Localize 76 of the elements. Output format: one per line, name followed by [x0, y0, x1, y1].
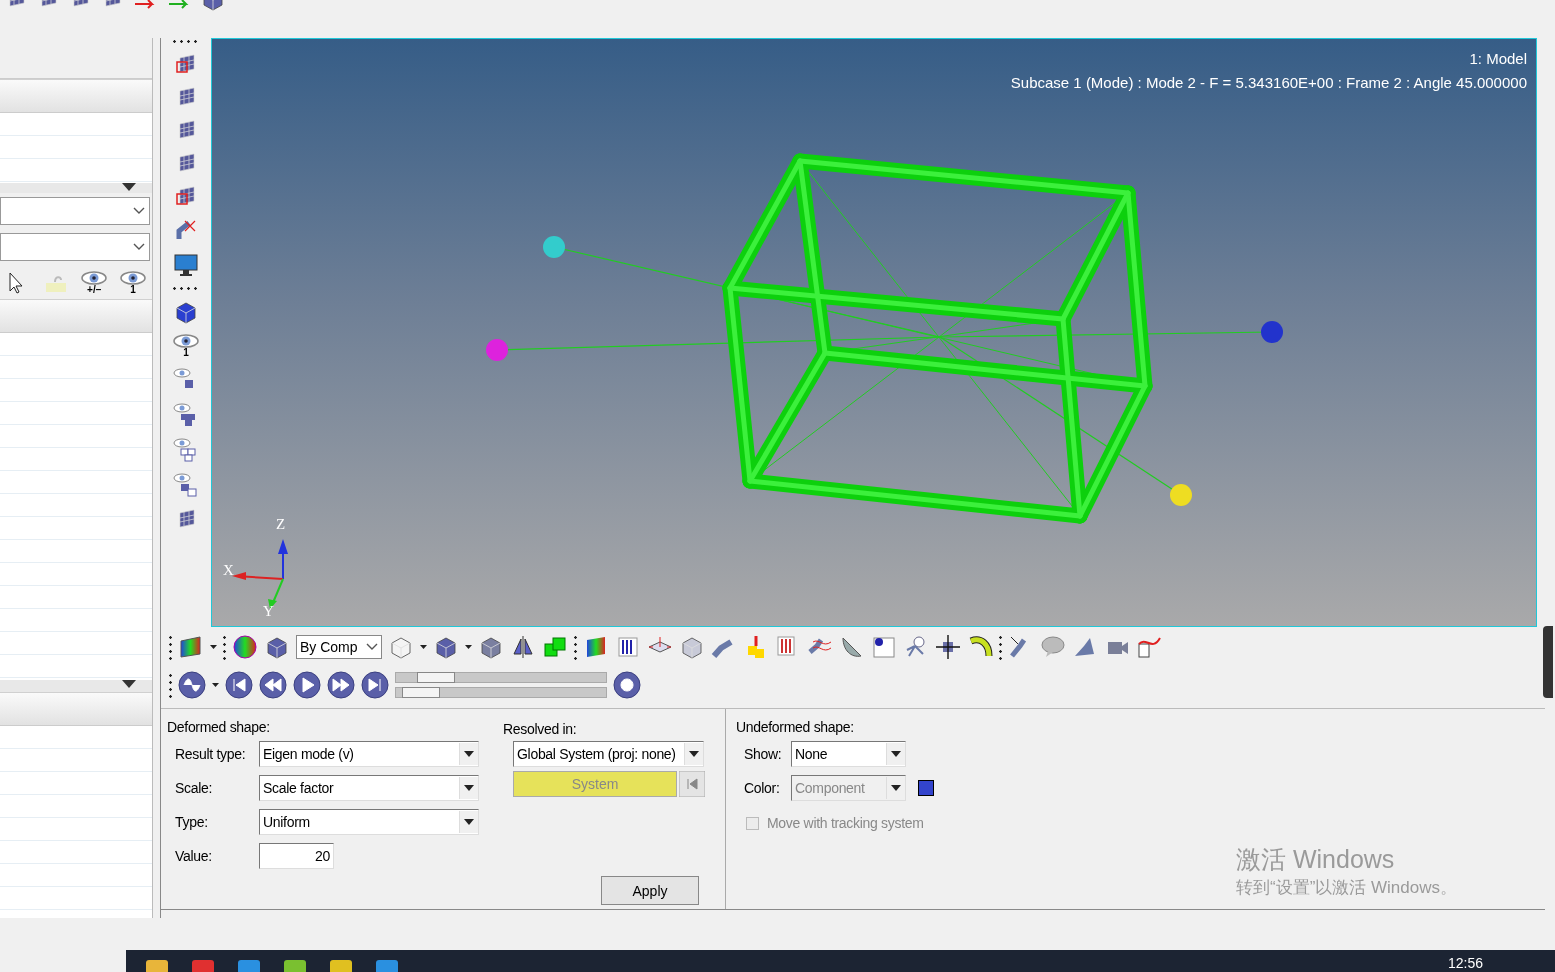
- show-dropdown[interactable]: None: [791, 741, 906, 767]
- system-dropdown[interactable]: Global System (proj: none): [513, 741, 704, 767]
- value-field[interactable]: 20: [259, 843, 334, 869]
- eye-icon[interactable]: [173, 334, 199, 348]
- axis-label: Y: [263, 603, 274, 619]
- mesh-icon[interactable]: [174, 184, 198, 208]
- rewind-icon[interactable]: [259, 671, 287, 699]
- dropdown-arrow-icon[interactable]: [465, 645, 472, 649]
- eye-caption: +/−: [87, 285, 102, 295]
- fast-forward-icon[interactable]: [327, 671, 355, 699]
- apply-button[interactable]: Apply: [601, 876, 699, 905]
- color-wheel-icon[interactable]: [232, 634, 258, 660]
- contour-icon[interactable]: [178, 634, 204, 660]
- activation-text: 转到“设置”以激活 Windows。: [1236, 877, 1457, 899]
- move-icon[interactable]: [935, 634, 961, 660]
- color-swatch[interactable]: [918, 780, 934, 796]
- eye-icon[interactable]: [81, 271, 108, 285]
- dropdown-arrow-icon[interactable]: [464, 819, 474, 825]
- section-heading: Undeformed shape:: [736, 719, 855, 735]
- eye-caption: 1: [130, 285, 136, 295]
- mesh-icon[interactable]: [174, 52, 198, 76]
- bar-legend-icon[interactable]: [615, 634, 641, 660]
- viewport-title: 1: Model: [1468, 49, 1527, 69]
- axis-label: X: [223, 562, 234, 578]
- field-label: Show:: [743, 746, 783, 762]
- skip-forward-icon[interactable]: [361, 671, 389, 699]
- skip-back-icon[interactable]: [225, 671, 253, 699]
- dropdown-field[interactable]: Uniform: [259, 809, 479, 835]
- field-label: Color:: [743, 780, 781, 796]
- clock-time: 12:56: [1447, 955, 1483, 971]
- eye-caption: 1: [183, 348, 189, 358]
- dropdown-field[interactable]: Eigen mode (v): [259, 741, 479, 767]
- dropdown-arrow-icon[interactable]: [210, 645, 217, 649]
- color-mode-dropdown[interactable]: By Comp: [296, 635, 382, 659]
- expand-arrow-icon[interactable]: [122, 680, 136, 688]
- axis-label: Z: [276, 516, 286, 532]
- field-label: Result type:: [174, 746, 247, 762]
- activation-title: 激活 Windows: [1236, 844, 1396, 875]
- section-heading: Deformed shape:: [167, 719, 271, 735]
- comment-icon[interactable]: [1040, 634, 1066, 660]
- settings-icon[interactable]: [613, 671, 641, 699]
- field-label: Scale:: [174, 780, 214, 796]
- field-label: Value:: [174, 848, 213, 864]
- reset-icon[interactable]: [679, 771, 705, 797]
- chevron-down-icon[interactable]: [133, 207, 145, 215]
- chevron-down-icon[interactable]: [133, 243, 145, 251]
- model-viewport[interactable]: X Y Z 1: Model Subcase 1 (Mode) : Mode 2 - F = 5.343160E+00 : Frame 2 : Angle 45.000000: [211, 38, 1537, 627]
- slider-thumb[interactable]: [416, 672, 455, 683]
- checkbox-label: Move with tracking system: [767, 815, 924, 831]
- monitor-icon[interactable]: [173, 252, 199, 278]
- eye-outline-icon[interactable]: [173, 437, 199, 463]
- section-heading: Resolved in:: [503, 721, 578, 737]
- frame-slider[interactable]: [395, 672, 607, 683]
- slider-thumb[interactable]: [402, 687, 441, 698]
- dropdown-field[interactable]: [0, 197, 150, 225]
- squares-icon[interactable]: [542, 634, 568, 660]
- dropdown-arrow-icon[interactable]: [891, 751, 901, 757]
- result-caption: Subcase 1 (Mode) : Mode 2 - F = 5.343160E+00 : Frame 2 : Angle 45.000000: [1010, 73, 1527, 93]
- mirror-icon[interactable]: [510, 634, 536, 660]
- dropdown-field[interactable]: [0, 233, 150, 261]
- eye-swap-icon[interactable]: [173, 472, 199, 498]
- dropdown-arrow-icon[interactable]: [464, 751, 474, 757]
- eye-icon[interactable]: [119, 271, 146, 285]
- field-label: Type:: [174, 814, 209, 830]
- dropdown-field[interactable]: Scale factor: [259, 775, 479, 801]
- frame-slider[interactable]: [395, 687, 607, 698]
- dropdown-arrow-icon[interactable]: [689, 751, 699, 757]
- dropdown-arrow-icon[interactable]: [420, 645, 427, 649]
- scroll-grip[interactable]: [1543, 626, 1553, 698]
- expand-arrow-icon[interactable]: [122, 183, 136, 191]
- dropdown-arrow-icon[interactable]: [464, 785, 474, 791]
- info-panel-icon[interactable]: [871, 634, 897, 660]
- dropdown-arrow-icon[interactable]: [212, 683, 219, 687]
- wave-icon[interactable]: [178, 671, 206, 699]
- chevron-down-icon[interactable]: [366, 643, 378, 651]
- play-icon[interactable]: [293, 671, 321, 699]
